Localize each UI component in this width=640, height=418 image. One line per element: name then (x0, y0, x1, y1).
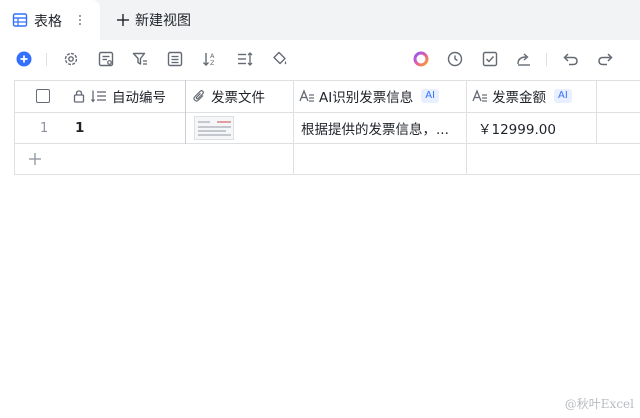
table-icon (12, 13, 28, 27)
redo-button[interactable] (596, 50, 614, 68)
grid-line (14, 80, 15, 175)
settings-icon (64, 52, 78, 66)
ai-badge: AI (554, 89, 572, 103)
sort-icon: A Z (203, 52, 215, 67)
row-height-icon (238, 52, 253, 66)
add-record-icon (16, 51, 32, 67)
grid-line (466, 80, 467, 175)
grid-line (14, 174, 640, 175)
fill-color-button[interactable] (271, 50, 289, 68)
ai-text-icon (472, 89, 487, 102)
frozen-column-divider (185, 80, 186, 144)
more-vertical-icon[interactable] (76, 12, 84, 28)
data-grid: 自动编号 发票文件 AI识别发票信息 AI 发票金额 AI 1 1 根据提供的发… (14, 80, 640, 175)
new-view-label: 新建视图 (135, 13, 191, 29)
cell-amount[interactable]: ￥12999.00 (478, 113, 556, 143)
select-all-checkbox[interactable] (36, 89, 50, 103)
lock-icon (73, 90, 85, 103)
settings-button[interactable] (62, 50, 80, 68)
tab-grid-view[interactable]: 表格 (0, 0, 100, 40)
toolbar-divider (546, 53, 547, 66)
plus-icon (29, 153, 41, 165)
group-button[interactable] (166, 50, 184, 68)
new-view-button[interactable]: 新建视图 (116, 10, 191, 30)
form-button[interactable] (97, 50, 115, 68)
group-icon (167, 51, 183, 67)
checklist-button[interactable] (481, 50, 499, 68)
share-icon (517, 53, 530, 66)
sort-button[interactable]: A Z (201, 50, 219, 68)
column-header-invoice-file[interactable]: 发票文件 (192, 80, 265, 112)
column-header-label: 发票文件 (211, 90, 265, 106)
row-height-button[interactable] (236, 50, 254, 68)
filter-button[interactable] (131, 50, 149, 68)
attachment-icon (193, 90, 204, 102)
auto-number-icon (91, 90, 106, 103)
history-button[interactable] (446, 50, 464, 68)
cell-ai-info[interactable]: 根据提供的发票信息，... (301, 113, 449, 143)
fill-color-icon (273, 51, 287, 65)
cell-invoice-file[interactable] (194, 113, 234, 143)
column-header-label: 发票金额 (492, 90, 546, 106)
column-header-amount[interactable]: 发票金额 AI (472, 80, 572, 112)
share-button[interactable] (515, 50, 533, 68)
view-tab-bar: 表格 新建视图 (0, 0, 640, 40)
ai-badge: AI (421, 89, 440, 103)
ai-assistant-icon (413, 51, 429, 67)
grid-line (596, 80, 597, 144)
row-index[interactable]: 1 (40, 113, 48, 143)
grid-line (14, 143, 640, 144)
cell-auto-number[interactable]: 1 (75, 113, 84, 143)
undo-button[interactable] (562, 50, 580, 68)
toolbar: A Z (0, 40, 640, 78)
tab-label: 表格 (34, 14, 62, 30)
column-header-label: AI识别发票信息 (319, 90, 414, 106)
plus-icon (117, 14, 129, 26)
checkbox[interactable] (36, 89, 50, 103)
invoice-thumbnail[interactable] (194, 116, 234, 140)
history-icon (447, 51, 463, 67)
ai-text-icon (299, 89, 314, 102)
ai-assistant-button[interactable] (412, 50, 430, 68)
checklist-icon (482, 51, 498, 67)
undo-icon (563, 53, 578, 66)
add-record-button[interactable] (15, 50, 33, 68)
grid-line (293, 80, 294, 175)
watermark: @秋叶Excel (564, 397, 634, 411)
filter-icon (132, 52, 147, 65)
add-row-button[interactable] (28, 144, 42, 174)
form-icon (98, 51, 114, 67)
toolbar-divider (46, 53, 47, 66)
column-header-label: 自动编号 (112, 90, 166, 106)
column-header-ai-info[interactable]: AI识别发票信息 AI (299, 80, 440, 112)
svg-text:Z: Z (210, 59, 215, 67)
redo-icon (598, 53, 613, 66)
column-header-auto-number[interactable]: 自动编号 (72, 80, 166, 112)
